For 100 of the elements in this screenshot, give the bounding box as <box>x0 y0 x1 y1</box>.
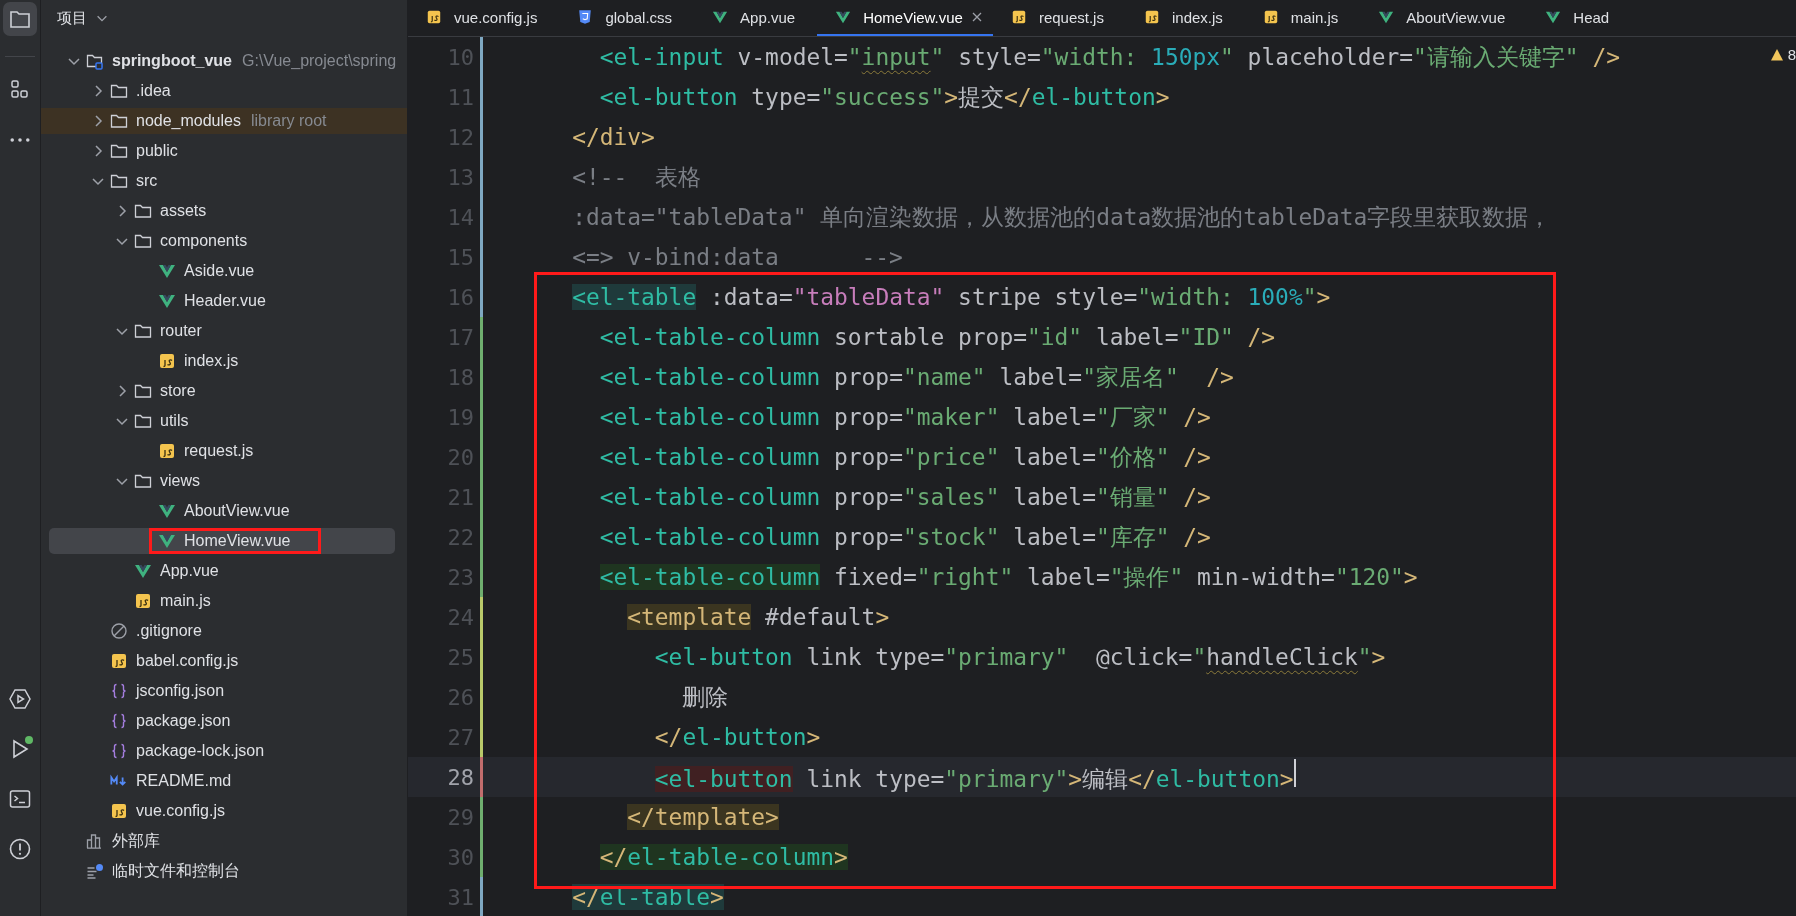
tree-item[interactable]: package.json <box>49 708 395 734</box>
editor-tab[interactable]: request.js <box>992 0 1126 36</box>
close-icon[interactable] <box>970 11 983 23</box>
code-line: <el-table-column prop="stock" label="库存" /> <box>598 522 1211 552</box>
warning-icon[interactable] <box>1769 47 1784 62</box>
tree-item[interactable]: index.js <box>49 348 395 374</box>
item-label: 临时文件和控制台 <box>112 860 240 881</box>
tree-item[interactable]: views <box>49 468 395 494</box>
file-type-icon <box>110 652 128 670</box>
file-type-icon <box>134 592 152 610</box>
file-type-icon <box>158 352 176 370</box>
item-label: .idea <box>136 82 171 100</box>
braces-icon <box>110 712 128 730</box>
code-line: </el-table-column> <box>598 844 848 870</box>
panel-title[interactable]: 项目 <box>57 8 87 28</box>
tree-item[interactable]: springboot_vue G:\Vue_project\spring <box>49 48 395 74</box>
item-hint: G:\Vue_project\spring <box>242 52 397 70</box>
tree-item[interactable]: Aside.vue <box>49 258 395 284</box>
tree-item[interactable]: components <box>49 228 395 254</box>
library-icon <box>86 832 104 850</box>
tree-item[interactable]: README.md <box>49 768 395 794</box>
tree-item[interactable]: Header.vue <box>49 288 395 314</box>
folder-icon <box>110 142 128 160</box>
tree-item[interactable]: request.js <box>49 438 395 464</box>
item-label: Header.vue <box>184 292 266 310</box>
item-label: package-lock.json <box>136 742 265 760</box>
editor-tab[interactable]: main.js <box>1244 0 1361 36</box>
item-label: utils <box>160 412 189 430</box>
tree-item[interactable]: AboutView.vue <box>49 498 395 524</box>
scratch-icon <box>86 862 104 880</box>
inspection-count[interactable]: 8 <box>1787 46 1796 63</box>
item-label: src <box>136 172 158 190</box>
tree-item[interactable]: utils <box>49 408 395 434</box>
project-folder-icon <box>86 52 104 70</box>
code-line: <el-table-column sortable prop="id" label="ID" /> <box>598 324 1276 350</box>
v-icon <box>158 262 176 280</box>
folder-icon <box>110 82 128 100</box>
file-type-icon <box>1010 9 1027 25</box>
tree-item[interactable]: HomeView.vue <box>49 528 395 554</box>
editor-tab[interactable]: Head <box>1527 0 1632 36</box>
tree-item[interactable]: .gitignore <box>49 618 395 644</box>
file-type-icon <box>1262 9 1279 25</box>
item-label: .gitignore <box>136 622 202 640</box>
tree-item[interactable]: package-lock.json <box>49 738 395 764</box>
folder-icon <box>110 172 128 190</box>
item-label: App.vue <box>160 562 219 580</box>
folder-icon <box>134 202 152 220</box>
tree-item[interactable]: node_modules library root <box>41 108 407 134</box>
editor-tab[interactable]: vue.config.js <box>408 0 560 36</box>
code-line: <el-table-column fixed="right" label="操作" min-width="120"> <box>598 562 1418 592</box>
tree-item[interactable]: router <box>49 318 395 344</box>
code-line: <el-table-column prop="price" label="价格" /> <box>598 442 1211 472</box>
v-icon <box>158 532 176 550</box>
item-label: HomeView.vue <box>184 532 291 550</box>
more-icon <box>10 138 30 142</box>
editor-tab[interactable]: global.css <box>559 0 695 36</box>
folder-icon <box>134 472 152 490</box>
tree-item[interactable]: jsconfig.json <box>49 678 395 704</box>
code-line: <el-input v-model="input" style="width: 150px" placeholder="请输入关键字" /> <box>598 42 1620 72</box>
item-label: README.md <box>136 772 232 790</box>
editor-tab[interactable]: AboutView.vue <box>1360 0 1528 36</box>
code-line: <el-table-column prop="name" label="家居名" /> <box>598 362 1234 392</box>
tree-item[interactable]: store <box>49 378 395 404</box>
item-label: views <box>160 472 200 490</box>
code-line: <el-button type="success">提交</el-button> <box>598 82 1170 112</box>
editor-tab[interactable]: App.vue <box>694 0 818 36</box>
tree-item[interactable]: App.vue <box>49 558 395 584</box>
folder-icon <box>134 382 152 400</box>
item-label: package.json <box>136 712 231 730</box>
tree-item[interactable]: assets <box>49 198 395 224</box>
file-type-icon <box>577 9 594 25</box>
tree-item[interactable]: babel.config.js <box>49 648 395 674</box>
editor-tab[interactable]: HomeView.vue <box>817 0 993 36</box>
terminal-icon <box>8 787 32 811</box>
file-type-icon <box>110 802 128 820</box>
line-number: 28 <box>446 764 474 790</box>
tree-item[interactable]: main.js <box>49 588 395 614</box>
file-type-icon <box>426 9 442 25</box>
item-label: assets <box>160 202 207 220</box>
tree-item[interactable]: 外部库 <box>49 828 395 854</box>
tree-item[interactable]: vue.config.js <box>49 798 395 824</box>
item-label: jsconfig.json <box>136 682 225 700</box>
code-line: <el-table-column prop="sales" label="销量" /> <box>598 482 1211 512</box>
item-label: AboutView.vue <box>184 502 290 520</box>
tree-item[interactable]: 临时文件和控制台 <box>49 858 395 884</box>
editor-tab[interactable]: index.js <box>1125 0 1245 36</box>
code-line: :data="tableData" 单向渲染数据，从数据池的data数据池的tableData字段里获取数据， <box>571 202 1552 232</box>
item-label: components <box>160 232 248 250</box>
item-label: springboot_vue <box>112 52 232 70</box>
item-label: node_modules <box>136 112 241 130</box>
code-line: <!-- 表格 <box>571 162 701 192</box>
tree-item[interactable]: src <box>49 168 395 194</box>
item-label: request.js <box>184 442 254 460</box>
tool-window-button[interactable] <box>3 2 37 36</box>
v-icon <box>1545 9 1562 25</box>
code-line: <=> v-bind:data --> <box>571 244 903 270</box>
tree-item[interactable]: public <box>49 138 395 164</box>
tree-item[interactable]: .idea <box>49 78 395 104</box>
v-icon <box>158 292 176 310</box>
code-line: </el-button> <box>653 724 821 750</box>
